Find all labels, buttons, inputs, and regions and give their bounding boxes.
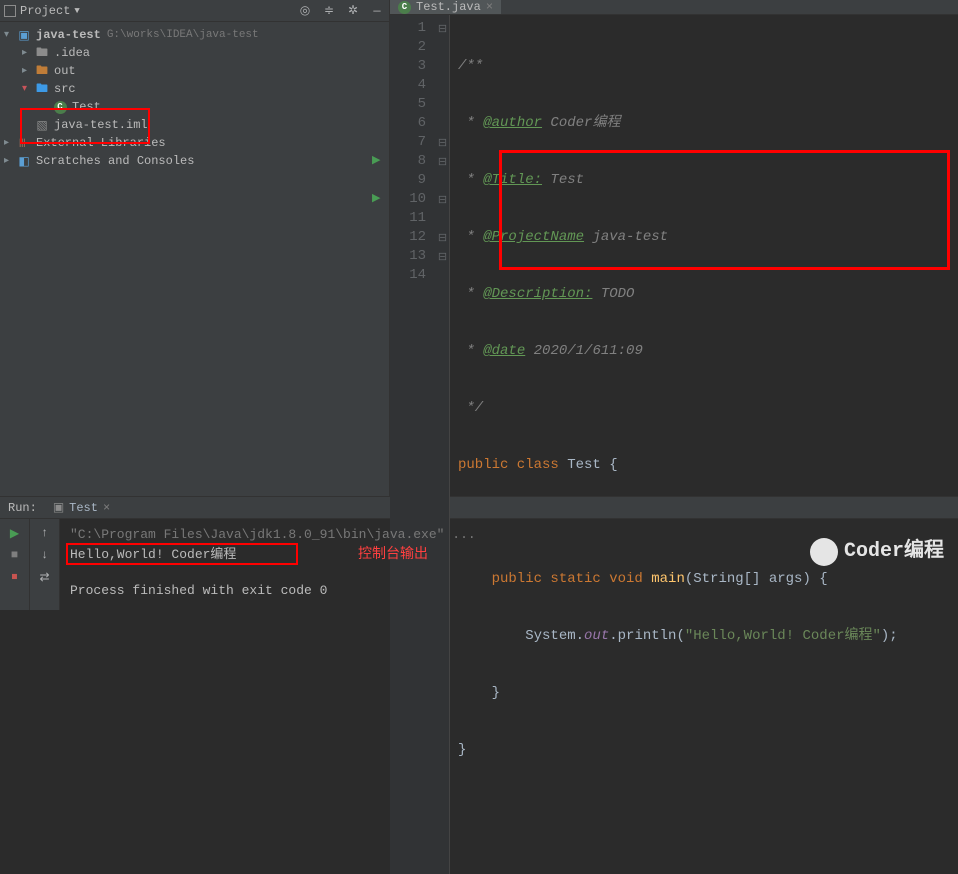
code-area[interactable]: 1 2 3 4 5 6 7 ▶8 9 ▶10 11 12 13 14 ⊟ xyxy=(390,15,958,874)
app-icon: ▣ xyxy=(53,500,64,515)
chevron-right-icon[interactable]: ▸ xyxy=(4,137,14,149)
run-toolbar-left: ▶ ■ ⏹ xyxy=(0,519,30,610)
wrap-icon[interactable]: ⇄ xyxy=(37,569,53,585)
close-icon[interactable]: × xyxy=(486,0,493,14)
exit-icon[interactable]: ⏹ xyxy=(7,569,23,585)
up-icon[interactable]: ↑ xyxy=(37,525,53,541)
run-gutter-icon[interactable]: ▶ xyxy=(372,190,380,209)
run-label: Run: xyxy=(8,501,37,515)
watermark: Coder编程 xyxy=(810,538,944,566)
dropdown-icon[interactable]: ▼ xyxy=(74,6,79,16)
annotation-highlight-output xyxy=(66,543,298,565)
chevron-down-icon[interactable]: ▾ xyxy=(22,83,32,95)
sidebar-title: Project xyxy=(20,4,70,18)
module-icon: ▣ xyxy=(16,28,32,43)
tree-scratches[interactable]: ▸ ◧ Scratches and Consoles xyxy=(0,152,389,170)
fold-gutter: ⊟ ⊟ ⊟ ⊟ ⊟ ⊟ xyxy=(436,15,450,874)
chevron-right-icon[interactable]: ▸ xyxy=(22,47,32,59)
annotation-highlight-src xyxy=(20,108,150,144)
stop-icon[interactable]: ■ xyxy=(7,547,23,563)
tree-item-idea[interactable]: ▸ 🖿 .idea xyxy=(0,44,389,62)
project-sidebar: Project ▼ ◎ ≑ ✲ — ▾ ▣ java-test G:\works… xyxy=(0,0,390,496)
console-output[interactable]: "C:\Program Files\Java\jdk1.8.0_91\bin\j… xyxy=(60,519,958,610)
close-icon[interactable]: × xyxy=(103,501,110,515)
project-tree: ▾ ▣ java-test G:\works\IDEA\java-test ▸ … xyxy=(0,22,389,496)
down-icon[interactable]: ↓ xyxy=(37,547,53,563)
tree-project-root[interactable]: ▾ ▣ java-test G:\works\IDEA\java-test xyxy=(0,26,389,44)
output-exit: Process finished with exit code 0 xyxy=(70,581,948,601)
chevron-right-icon[interactable]: ▸ xyxy=(4,155,14,167)
scratches-icon: ◧ xyxy=(16,154,32,169)
minimize-icon[interactable]: — xyxy=(369,3,385,19)
project-path: G:\works\IDEA\java-test xyxy=(107,29,259,41)
code-text[interactable]: /** * @author Coder编程 * @Title: Test * @… xyxy=(450,15,958,874)
annotation-console-label: 控制台输出 xyxy=(358,545,428,565)
folder-icon: 🖿 xyxy=(34,79,50,100)
tree-item-out[interactable]: ▸ 🖿 out xyxy=(0,62,389,80)
editor-tab-test[interactable]: C Test.java × xyxy=(390,0,501,14)
run-gutter-icon[interactable]: ▶ xyxy=(372,152,380,171)
rerun-icon[interactable]: ▶ xyxy=(7,525,23,541)
expand-icon[interactable]: ≑ xyxy=(321,3,337,19)
tab-filename: Test.java xyxy=(416,0,481,14)
chevron-right-icon[interactable]: ▸ xyxy=(22,65,32,77)
tree-item-src[interactable]: ▾ 🖿 src xyxy=(0,80,389,98)
gear-icon[interactable]: ✲ xyxy=(345,3,361,19)
project-name: java-test xyxy=(36,28,101,42)
run-tab[interactable]: ▣ Test × xyxy=(45,498,118,517)
watermark-icon xyxy=(810,538,838,566)
line-numbers: 1 2 3 4 5 6 7 ▶8 9 ▶10 11 12 13 14 xyxy=(390,15,436,874)
chevron-down-icon[interactable]: ▾ xyxy=(4,29,14,41)
annotation-highlight-code xyxy=(499,150,950,270)
project-icon xyxy=(4,5,16,17)
class-icon: C xyxy=(398,1,411,14)
editor-tabs: C Test.java × xyxy=(390,0,958,15)
target-icon[interactable]: ◎ xyxy=(297,3,313,19)
run-toolbar-left2: ↑ ↓ ⇄ xyxy=(30,519,60,610)
code-editor: C Test.java × 1 2 3 4 5 6 7 ▶8 9 ▶10 1 xyxy=(390,0,958,496)
